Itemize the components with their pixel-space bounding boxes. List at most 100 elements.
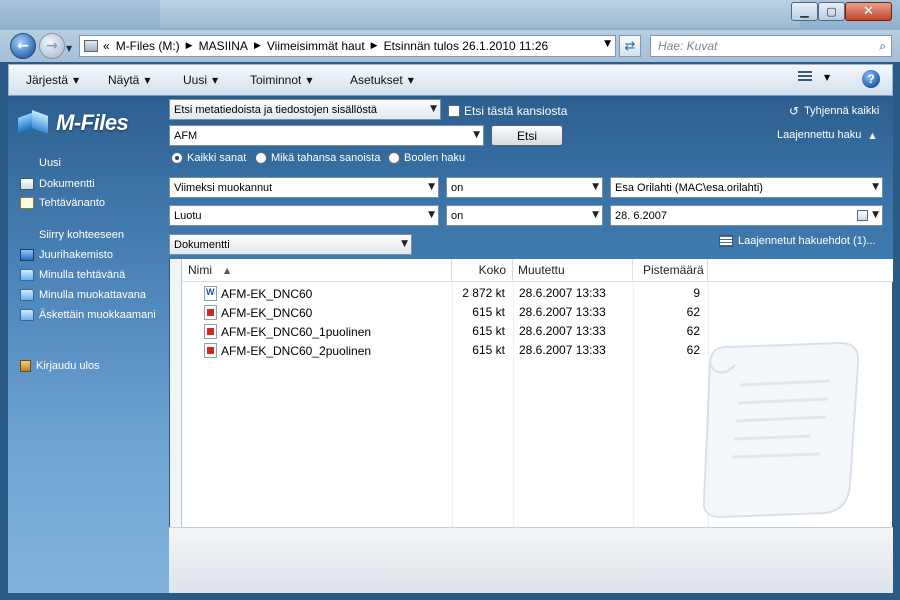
sort-ascending-icon: ▲	[224, 265, 231, 275]
menu-label: Asetukset	[350, 73, 403, 87]
folder-icon	[20, 269, 34, 281]
chevron-down-icon: ▼	[73, 75, 80, 85]
column-header-name[interactable]: Nimi ▲	[182, 259, 452, 282]
link-label: Dokumentti	[39, 178, 95, 190]
left-pane: M-Files Uusi Dokumentti Tehtävänanto Sii…	[8, 97, 169, 593]
breadcrumb-search-result[interactable]: Etsinnän tulos 26.1.2010 11:26	[384, 39, 549, 53]
column-header-size[interactable]: Koko	[452, 259, 513, 282]
maximize-button[interactable]: ▢	[818, 2, 845, 21]
advanced-search-toggle[interactable]: Laajennettu haku ▲	[777, 129, 876, 141]
calendar-icon[interactable]	[857, 210, 868, 221]
condition-2-property-select[interactable]: Luotu ▼	[169, 205, 439, 226]
m-files-logo-icon	[18, 109, 52, 137]
search-query-field[interactable]: AFM ▼	[169, 125, 484, 146]
condition-2-date-field[interactable]: 28. 6.2007 ▼	[610, 205, 883, 226]
table-row[interactable]: AFM-EK_DNC60 2 872 kt 28.6.2007 13:33 9	[182, 283, 893, 303]
file-name: AFM-EK_DNC60_2puolinen	[221, 343, 372, 358]
search-box[interactable]: ⌕	[650, 35, 892, 57]
close-button[interactable]: ✕	[845, 2, 892, 21]
m-files-logo: M-Files	[18, 109, 129, 137]
new-document-link[interactable]: Dokumentti	[20, 178, 95, 190]
breadcrumb-recent-searches[interactable]: Viimeisimmät haut	[267, 39, 365, 53]
minimize-button[interactable]: ▁	[791, 2, 818, 21]
command-bar: Järjestä ▼ Näytä ▼ Uusi ▼ Toiminnot ▼ Asetuk…	[8, 64, 893, 96]
breadcrumb-separator-icon[interactable]: ▶	[254, 41, 261, 51]
close-icon: ✕	[863, 4, 874, 19]
folder-icon	[20, 309, 34, 321]
address-bar[interactable]: « M-Files (M:) ▶ MASIINA ▶ Viimeisimmät …	[79, 35, 616, 57]
search-button[interactable]: Etsi	[491, 125, 563, 146]
history-dropdown-icon[interactable]: ▼	[66, 44, 72, 53]
object-type-select[interactable]: Dokumentti ▼	[169, 234, 412, 255]
breadcrumb-separator-icon[interactable]: ▶	[186, 41, 193, 51]
radio-button[interactable]	[388, 152, 400, 164]
this-folder-checkbox[interactable]: Etsi tästä kansiosta	[448, 104, 567, 118]
breadcrumb-overflow[interactable]: «	[103, 39, 110, 53]
menu-settings[interactable]: Asetukset ▼	[350, 73, 414, 87]
search-icon[interactable]: ⌕	[879, 39, 886, 54]
goto-assigned-link[interactable]: Minulla tehtävänä	[20, 269, 125, 281]
column-header-score[interactable]: Pistemäärä	[633, 259, 708, 282]
forward-button[interactable]: →	[39, 33, 65, 59]
radio-all-words[interactable]: Kaikki sanat	[171, 152, 246, 164]
home-icon	[20, 249, 34, 261]
arrow-left-icon: ←	[17, 38, 29, 54]
address-dropdown-icon[interactable]: ▼	[604, 39, 611, 49]
goto-root-link[interactable]: Juurihakemisto	[20, 249, 113, 261]
menu-actions[interactable]: Toiminnot ▼	[250, 73, 313, 87]
metadata-pane	[169, 527, 893, 593]
file-size: 615 kt	[472, 324, 505, 338]
task-icon	[20, 197, 34, 209]
scroll-watermark-icon	[702, 341, 860, 519]
column-header-modified[interactable]: Muutettu	[513, 259, 633, 282]
view-options-button[interactable]: ▼	[798, 71, 830, 83]
file-modified: 28.6.2007 13:33	[519, 324, 606, 338]
clear-all-link[interactable]: ↺ Tyhjennä kaikki	[789, 104, 879, 118]
radio-button[interactable]	[255, 152, 267, 164]
radio-boolean[interactable]: Boolen haku	[388, 152, 465, 164]
goto-checked-out-link[interactable]: Minulla muokattavana	[20, 289, 146, 301]
chevron-down-icon[interactable]: ▼	[872, 210, 879, 220]
menu-label: Järjestä	[26, 73, 69, 87]
minimize-icon: ▁	[800, 5, 809, 18]
menu-new[interactable]: Uusi ▼	[183, 73, 218, 87]
breadcrumb-separator-icon[interactable]: ▶	[371, 41, 378, 51]
menu-organize[interactable]: Järjestä ▼	[26, 73, 79, 87]
undo-icon: ↺	[789, 104, 800, 118]
radio-button[interactable]	[171, 152, 183, 164]
chevron-down-icon: ▼	[592, 182, 599, 192]
goto-recent-link[interactable]: Äskettäin muokkaamani	[20, 309, 156, 321]
menu-view[interactable]: Näytä ▼	[108, 73, 151, 87]
condition-1-operator-select[interactable]: on ▼	[446, 177, 603, 198]
breadcrumb-vault[interactable]: MASIINA	[199, 39, 248, 53]
condition-1-property-select[interactable]: Viimeksi muokannut ▼	[169, 177, 439, 198]
goto-heading: Siirry kohteeseen	[39, 229, 124, 241]
checkbox-box[interactable]	[448, 105, 460, 117]
navigation-bar: ← → ▼ « M-Files (M:) ▶ MASIINA ▶ Viimeis…	[0, 30, 900, 62]
radio-any-word[interactable]: Mikä tahansa sanoista	[255, 152, 380, 164]
search-input[interactable]	[658, 39, 858, 53]
background-window-ghost	[160, 0, 800, 28]
condition-1-value-select[interactable]: Esa Orilahti (MAC\esa.orilahti) ▼	[610, 177, 883, 198]
help-button[interactable]: ?	[862, 70, 880, 88]
link-label: Minulla muokattavana	[39, 289, 147, 301]
table-row[interactable]: AFM-EK_DNC60 615 kt 28.6.2007 13:33 62	[182, 302, 893, 322]
chevron-down-icon: ▼	[306, 75, 313, 85]
new-task-link[interactable]: Tehtävänanto	[20, 197, 105, 209]
file-size: 615 kt	[472, 343, 505, 357]
file-modified: 28.6.2007 13:33	[519, 286, 606, 300]
condition-2-operator-select[interactable]: on ▼	[446, 205, 603, 226]
refresh-button[interactable]: ⇄	[619, 35, 641, 57]
logout-link[interactable]: Kirjaudu ulos	[20, 360, 100, 372]
breadcrumb-drive[interactable]: M-Files (M:)	[116, 39, 180, 53]
back-button[interactable]: ←	[10, 33, 36, 59]
chevron-down-icon: ▼	[401, 239, 408, 249]
chevron-down-icon: ▼	[824, 72, 831, 82]
clear-all-label: Tyhjennä kaikki	[804, 105, 880, 117]
pdf-document-icon	[204, 305, 217, 320]
search-scope-select[interactable]: Etsi metatiedoista ja tiedostojen sisäll…	[169, 99, 441, 120]
chevron-down-icon: ▼	[430, 104, 437, 114]
condition-value: Esa Orilahti (MAC\esa.orilahti)	[615, 181, 763, 194]
radio-label: Boolen haku	[404, 152, 466, 164]
advanced-conditions-link[interactable]: Laajennetut hakuehdot (1)...	[719, 235, 876, 247]
